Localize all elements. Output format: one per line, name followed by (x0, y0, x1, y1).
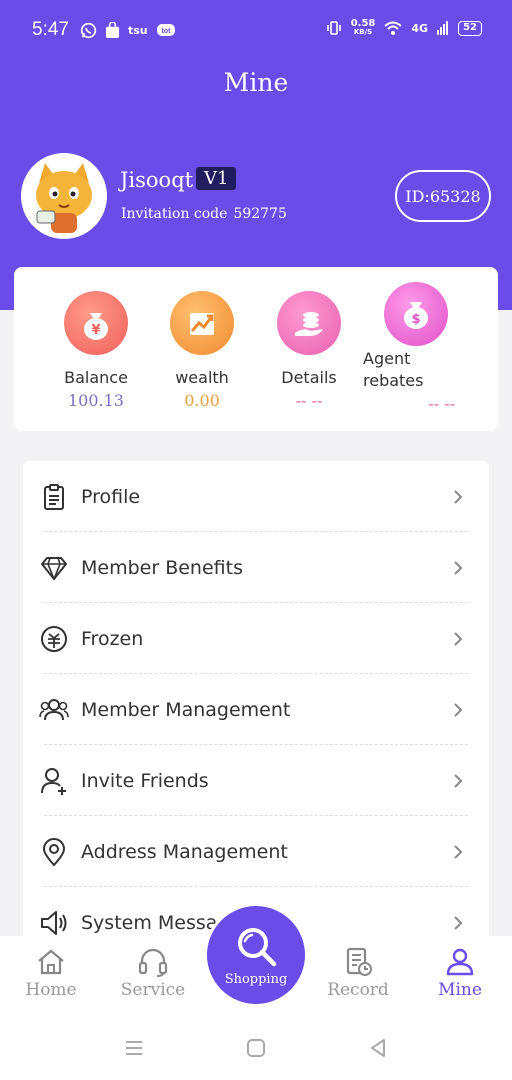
money-bag-yen-icon: ¥ (64, 291, 128, 355)
notification-icons: tsu tot (80, 22, 176, 39)
stat-details[interactable]: Details -- -- (254, 291, 364, 410)
menu-item-member-benefits[interactable]: Member Benefits (23, 532, 489, 603)
invitation-code-value: 592775 (233, 206, 287, 222)
speed-unit: KB/S (353, 28, 373, 36)
chevron-right-icon (454, 631, 463, 646)
menu-item-address-management[interactable]: Address Management (23, 816, 489, 887)
stat-label: wealth (175, 368, 229, 387)
nav-label: Mine (438, 980, 482, 1000)
chevron-right-icon (454, 489, 463, 504)
network-type: 4G (411, 21, 429, 35)
home-icon (38, 949, 64, 975)
stat-label: Balance (64, 368, 128, 387)
status-bar: 5:47 tsu tot 0.58 KB/S 4G 52 (0, 0, 512, 62)
menu-item-label: Invite Friends (81, 769, 209, 792)
stat-label: Details (281, 368, 337, 387)
shopping-bag-icon (105, 22, 120, 38)
tsu-icon: tsu (128, 24, 148, 37)
menu-item-label: Member Benefits (81, 556, 243, 579)
stat-value: 0.00 (184, 391, 220, 410)
chevron-right-icon (454, 844, 463, 859)
coins-hand-icon (277, 291, 341, 355)
chevron-right-icon (454, 773, 463, 788)
chevron-right-icon (454, 702, 463, 717)
back-icon[interactable] (368, 1038, 388, 1058)
diamond-icon (41, 556, 67, 580)
stat-wealth[interactable]: wealth 0.00 (147, 291, 257, 410)
level-badge: V1 (196, 167, 237, 190)
invitation-code-row: Invitation code 592775 (121, 206, 287, 222)
nav-home[interactable]: Home (6, 946, 96, 1000)
nav-record[interactable]: Record (313, 946, 403, 1000)
menu-item-profile[interactable]: Profile (23, 461, 489, 532)
add-user-icon (41, 767, 66, 795)
headset-icon (138, 948, 168, 977)
search-icon (238, 927, 277, 966)
menu-item-label: Address Management (81, 840, 288, 863)
menu-item-label: Member Management (81, 698, 291, 721)
battery-indicator: 52 (458, 20, 482, 36)
shopping-button[interactable]: Shopping (204, 903, 308, 1007)
network-speed: 0.58 KB/S (351, 19, 376, 37)
wifi-icon (384, 21, 403, 35)
chat-icon: tot (156, 23, 175, 36)
menu-item-label: System Messa (81, 911, 218, 934)
stat-value: 100.13 (68, 391, 124, 410)
nav-label: Record (327, 980, 389, 1000)
signal-icon (437, 21, 449, 35)
clipboard-icon (44, 483, 64, 510)
stat-balance[interactable]: ¥ Balance 100.13 (41, 291, 151, 410)
status-time: 5:47 (32, 19, 69, 40)
recents-icon[interactable] (124, 1038, 144, 1058)
menu-item-label: Frozen (81, 627, 144, 650)
nav-service[interactable]: Service (108, 946, 198, 1000)
user-icon (446, 948, 474, 976)
stat-agent-rebates[interactable]: $ Agent rebates -- -- (361, 282, 471, 413)
speaker-icon (41, 910, 67, 935)
avatar[interactable] (21, 153, 107, 239)
stats-card: ¥ Balance 100.13 wealth 0.00 Details -- … (14, 267, 498, 431)
stat-value: -- -- (295, 391, 323, 410)
menu-item-frozen[interactable]: Frozen (23, 603, 489, 674)
svg-text:¥: ¥ (91, 323, 100, 338)
vibrate-icon (326, 21, 341, 35)
nav-mine[interactable]: Mine (415, 946, 505, 1000)
users-icon (39, 698, 69, 720)
system-status: 0.58 KB/S 4G 52 (326, 19, 482, 37)
svg-text:$: $ (411, 312, 420, 327)
nav-label: Home (25, 980, 77, 1000)
money-bag-dollar-icon: $ (384, 282, 448, 346)
trend-chart-icon (170, 291, 234, 355)
frozen-coin-icon (41, 625, 67, 652)
stat-value: -- -- (428, 394, 455, 413)
chevron-right-icon (454, 915, 463, 930)
home-button-icon[interactable] (246, 1038, 266, 1058)
nav-label: Service (120, 980, 186, 1000)
invitation-code-label: Invitation code (121, 206, 228, 222)
menu-item-label: Profile (81, 485, 141, 508)
shopping-label: Shopping (224, 971, 288, 987)
record-icon (346, 947, 372, 976)
page-title: Mine (223, 68, 289, 97)
location-pin-icon (42, 837, 66, 866)
stat-label: Agent rebates (363, 349, 424, 390)
menu-item-member-management[interactable]: Member Management (23, 674, 489, 745)
user-id-badge[interactable]: ID:65328 (395, 170, 491, 222)
menu-item-invite-friends[interactable]: Invite Friends (23, 745, 489, 816)
chevron-right-icon (454, 560, 463, 575)
username: Jisooqt (120, 168, 194, 192)
svg-text:tot: tot (161, 28, 171, 35)
system-navigation-bar (0, 1016, 512, 1080)
whatsapp-icon (80, 22, 97, 39)
